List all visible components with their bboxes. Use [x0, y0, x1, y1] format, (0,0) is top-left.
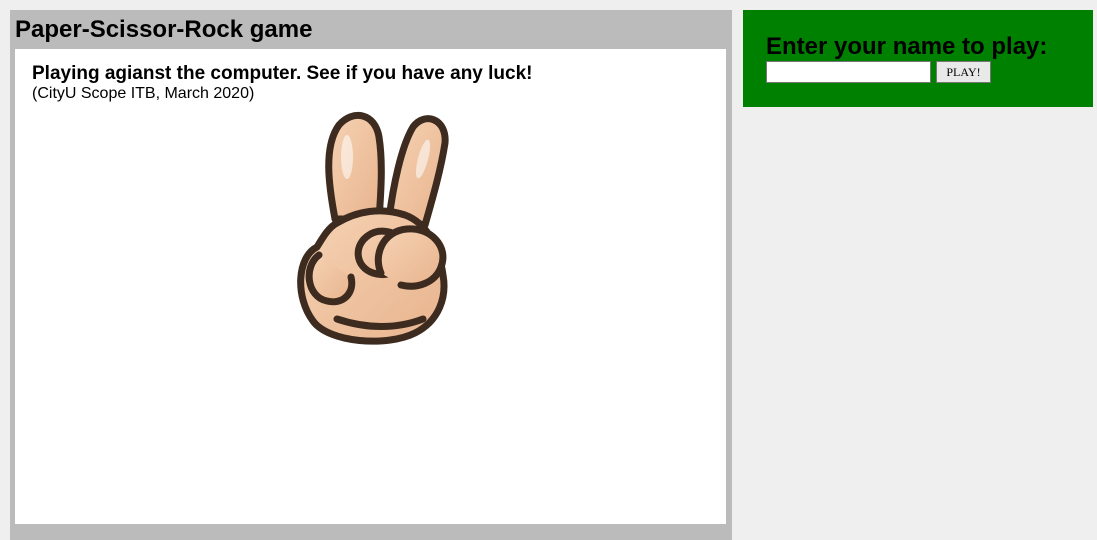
game-panel: Paper-Scissor-Rock game Playing agianst … — [10, 10, 732, 540]
login-panel: Enter your name to play: PLAY! — [743, 10, 1093, 107]
game-body: Playing agianst the computer. See if you… — [15, 49, 726, 524]
game-heading: Playing agianst the computer. See if you… — [32, 63, 533, 84]
game-credit: (CityU Scope ITB, March 2020) — [32, 85, 255, 102]
game-title: Paper-Scissor-Rock game — [15, 16, 313, 43]
play-button[interactable]: PLAY! — [936, 61, 991, 83]
player-name-input[interactable] — [766, 61, 931, 83]
login-prompt: Enter your name to play: — [766, 33, 1048, 60]
scissors-hand-graphic — [297, 112, 449, 345]
victory-hand-icon — [277, 107, 477, 347]
